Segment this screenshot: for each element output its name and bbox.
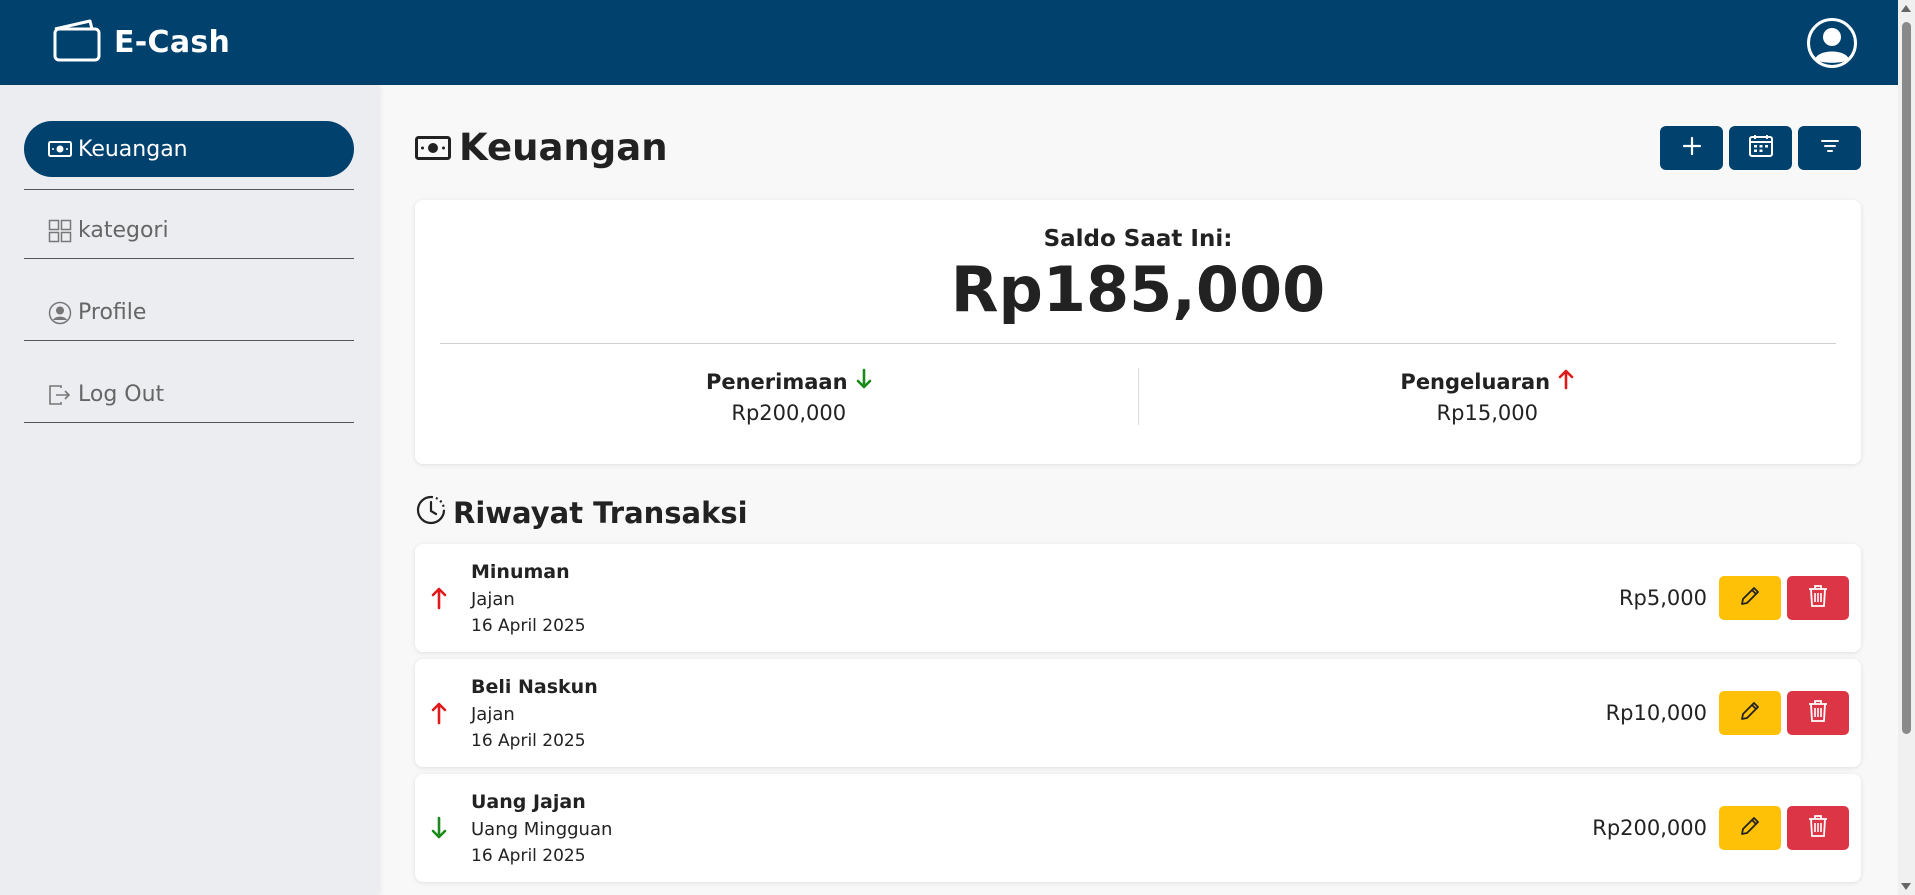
income-expense-summary: Penerimaan Rp200,000 Pengeluaran Rp15,00… bbox=[440, 368, 1837, 426]
scroll-up-arrow[interactable] bbox=[1901, 5, 1911, 12]
transaction-info: Beli Naskun Jajan 16 April 2025 bbox=[465, 676, 1606, 751]
transaction-category: Uang Mingguan bbox=[471, 818, 613, 840]
arrow-up-icon bbox=[1558, 368, 1574, 395]
transaction-amount: Rp200,000 bbox=[1592, 816, 1707, 840]
pencil-icon bbox=[1738, 584, 1762, 612]
trash-icon bbox=[1807, 814, 1829, 842]
arrow-up-icon bbox=[431, 701, 465, 725]
income-summary: Penerimaan Rp200,000 bbox=[440, 368, 1139, 426]
page-header: Keuangan bbox=[415, 85, 1861, 200]
scrollbar[interactable] bbox=[1898, 0, 1915, 895]
calendar-icon bbox=[1748, 134, 1774, 162]
transaction-amount: Rp5,000 bbox=[1618, 586, 1707, 610]
transaction-amount: Rp10,000 bbox=[1605, 701, 1707, 725]
income-label-text: Penerimaan bbox=[705, 369, 848, 394]
delete-button[interactable] bbox=[1787, 691, 1849, 735]
expense-value: Rp15,000 bbox=[1436, 401, 1538, 426]
user-circle-icon bbox=[48, 301, 72, 325]
money-icon bbox=[48, 137, 72, 161]
history-title: Riwayat Transaksi bbox=[415, 494, 1861, 532]
sidebar-item-kategori[interactable]: kategori bbox=[24, 203, 354, 259]
transaction-row: Uang Jajan Uang Mingguan 16 April 2025 R… bbox=[415, 774, 1861, 882]
expense-label-text: Pengeluaran bbox=[1400, 369, 1551, 394]
edit-button[interactable] bbox=[1719, 806, 1781, 850]
money-icon bbox=[415, 126, 451, 169]
sidebar-item-label: kategori bbox=[78, 218, 169, 243]
transaction-name: Uang Jajan bbox=[471, 790, 586, 813]
transaction-name: Minuman bbox=[471, 560, 570, 583]
balance-card: Saldo Saat Ini: Rp185,000 Penerimaan Rp2… bbox=[415, 200, 1861, 464]
balance-value: Rp185,000 bbox=[950, 253, 1326, 326]
sidebar-item-label: Keuangan bbox=[78, 136, 188, 162]
filter-button[interactable] bbox=[1798, 125, 1861, 170]
brand[interactable]: E-Cash bbox=[52, 19, 230, 67]
pencil-icon bbox=[1738, 699, 1762, 727]
filter-icon bbox=[1820, 138, 1840, 158]
expense-label: Pengeluaran bbox=[1400, 368, 1574, 395]
logout-icon bbox=[48, 383, 72, 407]
expense-summary: Pengeluaran Rp15,000 bbox=[1139, 368, 1837, 425]
app-name: E-Cash bbox=[114, 25, 231, 60]
edit-button[interactable] bbox=[1719, 576, 1781, 620]
transaction-row: Beli Naskun Jajan 16 April 2025 Rp10,000 bbox=[415, 659, 1861, 767]
income-value: Rp200,000 bbox=[731, 401, 847, 426]
sidebar-item-profile[interactable]: Profile bbox=[24, 285, 354, 341]
transaction-list: Minuman Jajan 16 April 2025 Rp5,000 Beli… bbox=[415, 544, 1861, 882]
grid-icon bbox=[48, 219, 72, 243]
trash-icon bbox=[1807, 584, 1829, 612]
calendar-button[interactable] bbox=[1729, 125, 1792, 170]
history-icon bbox=[415, 494, 447, 533]
transaction-info: Minuman Jajan 16 April 2025 bbox=[465, 561, 1619, 636]
transaction-row: Minuman Jajan 16 April 2025 Rp5,000 bbox=[415, 544, 1861, 652]
page-title-text: Keuangan bbox=[459, 126, 668, 169]
scroll-thumb[interactable] bbox=[1902, 22, 1911, 734]
page-title: Keuangan bbox=[415, 126, 668, 169]
transaction-name: Beli Naskun bbox=[471, 675, 598, 698]
sidebar-item-keuangan[interactable]: Keuangan bbox=[24, 121, 354, 190]
user-avatar-icon[interactable] bbox=[1806, 17, 1858, 69]
income-label: Penerimaan bbox=[706, 368, 872, 395]
transaction-date: 16 April 2025 bbox=[471, 615, 586, 636]
arrow-up-icon bbox=[431, 586, 465, 610]
transaction-date: 16 April 2025 bbox=[471, 845, 586, 866]
add-transaction-button[interactable] bbox=[1660, 125, 1723, 170]
sidebar-item-label: Profile bbox=[78, 300, 147, 325]
main-content: Keuangan Saldo Saat Ini: Rp185,000 Pener… bbox=[415, 85, 1861, 889]
transaction-category: Jajan bbox=[471, 588, 515, 610]
divider bbox=[440, 343, 1836, 345]
edit-button[interactable] bbox=[1719, 691, 1781, 735]
sidebar-item-label: Log Out bbox=[78, 382, 165, 407]
delete-button[interactable] bbox=[1787, 806, 1849, 850]
delete-button[interactable] bbox=[1787, 576, 1849, 620]
scroll-down-arrow[interactable] bbox=[1901, 883, 1911, 890]
plus-icon bbox=[1681, 135, 1703, 161]
wallet-icon bbox=[52, 19, 102, 67]
sidebar: Keuangan kategori Profile Log Out bbox=[0, 85, 378, 895]
transaction-category: Jajan bbox=[471, 703, 515, 725]
header-actions bbox=[1660, 125, 1861, 170]
transaction-date: 16 April 2025 bbox=[471, 730, 586, 751]
arrow-down-icon bbox=[431, 816, 465, 840]
balance-label: Saldo Saat Ini: bbox=[1043, 226, 1233, 252]
history-title-text: Riwayat Transaksi bbox=[453, 496, 748, 530]
arrow-down-icon bbox=[856, 368, 872, 395]
trash-icon bbox=[1807, 699, 1829, 727]
transaction-info: Uang Jajan Uang Mingguan 16 April 2025 bbox=[465, 791, 1592, 866]
sidebar-item-logout[interactable]: Log Out bbox=[24, 367, 354, 423]
top-navbar: E-Cash bbox=[0, 0, 1898, 85]
pencil-icon bbox=[1738, 814, 1762, 842]
